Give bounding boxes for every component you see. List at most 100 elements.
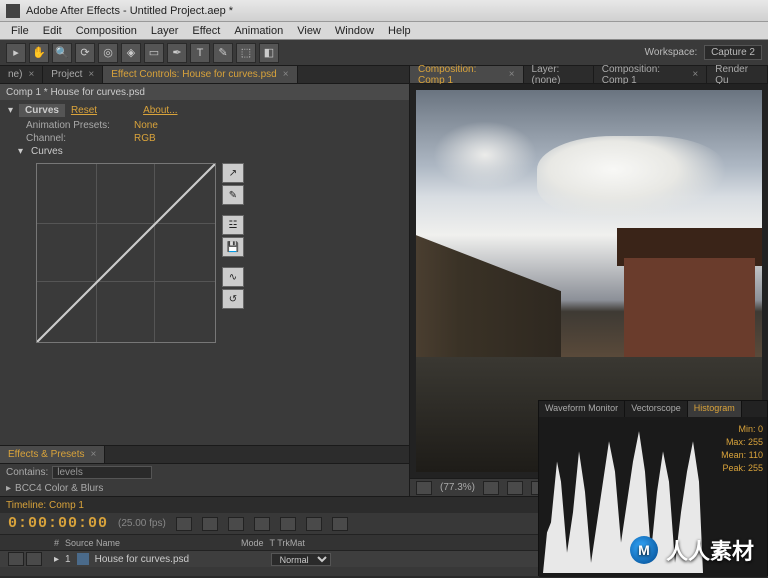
fps-label: (25.00 fps) [118, 518, 166, 529]
curve-bezier-icon[interactable]: ↗ [222, 163, 244, 183]
close-icon[interactable]: × [28, 69, 34, 80]
eye-icon[interactable] [8, 552, 24, 566]
tab-vectorscope[interactable]: Vectorscope [625, 401, 688, 417]
effect-controls-header: Comp 1 * House for curves.psd [0, 84, 409, 100]
selection-tool-icon[interactable]: ▸ [6, 43, 26, 63]
menu-file[interactable]: File [4, 25, 36, 37]
region-icon[interactable] [507, 481, 523, 495]
rect-tool-icon[interactable]: ▭ [144, 43, 164, 63]
pen-tool-icon[interactable]: ✒ [167, 43, 187, 63]
tab-histogram[interactable]: Histogram [688, 401, 742, 417]
menu-edit[interactable]: Edit [36, 25, 69, 37]
reset-link[interactable]: Reset [71, 105, 97, 116]
layer-number: 1 [65, 554, 71, 565]
eraser-tool-icon[interactable]: ◧ [259, 43, 279, 63]
curves-prop-label: Curves [31, 146, 63, 157]
col-trkmat: T TrkMat [270, 538, 305, 548]
chevron-right-icon: ▸ [6, 483, 11, 494]
menu-layer[interactable]: Layer [144, 25, 186, 37]
motion-blur-icon[interactable] [306, 517, 322, 531]
effect-controls-body: ▾ Curves Reset About... Animation Preset… [0, 100, 409, 445]
composition-tabs: Composition: Comp 1× Layer: (none) Compo… [410, 66, 768, 84]
close-icon[interactable]: × [283, 69, 289, 80]
window-titlebar: Adobe After Effects - Untitled Project.a… [0, 0, 768, 22]
menu-bar[interactable]: File Edit Composition Layer Effect Anima… [0, 22, 768, 40]
watermark-logo-icon: M [630, 536, 658, 564]
tab-render-queue[interactable]: Render Qu [707, 66, 768, 83]
left-panel-tabs: ne)× Project× Effect Controls: House for… [0, 66, 409, 84]
workspace-value[interactable]: Capture 2 [704, 45, 762, 60]
tab-project[interactable]: Project× [43, 66, 103, 83]
hand-tool-icon[interactable]: ✋ [29, 43, 49, 63]
tab-none[interactable]: ne)× [0, 66, 43, 83]
menu-help[interactable]: Help [381, 25, 418, 37]
contains-input[interactable] [52, 466, 152, 479]
comp-mini-flow-icon[interactable] [202, 517, 218, 531]
menu-composition[interactable]: Composition [69, 25, 144, 37]
workspace-label: Workspace: [645, 47, 698, 58]
draft3d-icon[interactable] [228, 517, 244, 531]
effect-name-curves[interactable]: Curves [19, 104, 65, 117]
graph-editor-icon[interactable] [332, 517, 348, 531]
twirl-icon[interactable]: ▾ [18, 146, 23, 157]
psd-icon [77, 553, 89, 565]
grid-icon[interactable] [416, 481, 432, 495]
close-icon[interactable]: × [509, 69, 515, 80]
brush-tool-icon[interactable]: ✎ [213, 43, 233, 63]
workspace-switcher[interactable]: Workspace: Capture 2 [645, 47, 762, 58]
window-title: Adobe After Effects - Untitled Project.a… [26, 5, 233, 17]
app-icon [6, 4, 20, 18]
curves-graph[interactable] [36, 163, 216, 343]
col-source-name: Source Name [65, 538, 235, 548]
tab-comp1b[interactable]: Composition: Comp 1× [594, 66, 708, 83]
curve-save-icon[interactable]: 💾 [222, 237, 244, 257]
rotate-tool-icon[interactable]: ⟳ [75, 43, 95, 63]
twirl-icon[interactable]: ▾ [8, 105, 13, 116]
frame-blend-icon[interactable] [280, 517, 296, 531]
pan-behind-tool-icon[interactable]: ◈ [121, 43, 141, 63]
text-tool-icon[interactable]: T [190, 43, 210, 63]
tab-layer-none[interactable]: Layer: (none) [524, 66, 594, 83]
close-icon[interactable]: × [88, 69, 94, 80]
chevron-right-icon[interactable]: ▸ [54, 554, 59, 565]
animation-presets-label: Animation Presets: [26, 120, 126, 131]
preset-folder-row[interactable]: ▸ BCC4 Color & Blurs [0, 480, 409, 496]
curve-reset-icon[interactable]: ↺ [222, 289, 244, 309]
layer-name[interactable]: House for curves.psd [95, 554, 265, 565]
camera-tool-icon[interactable]: ◎ [98, 43, 118, 63]
channel-value[interactable]: RGB [134, 133, 156, 144]
solo-icon[interactable] [26, 552, 42, 566]
close-icon[interactable]: × [91, 449, 97, 460]
tab-comp1[interactable]: Composition: Comp 1× [410, 66, 524, 83]
shy-icon[interactable] [254, 517, 270, 531]
col-number: # [54, 538, 59, 548]
effects-presets-panel: Effects & Presets× Contains: ▸ BCC4 Colo… [0, 445, 409, 496]
close-icon[interactable]: × [692, 69, 698, 80]
main-toolbar: ▸ ✋ 🔍 ⟳ ◎ ◈ ▭ ✒ T ✎ ⬚ ◧ Workspace: Captu… [0, 40, 768, 66]
curve-pencil-icon[interactable]: ✎ [222, 185, 244, 205]
menu-animation[interactable]: Animation [227, 25, 290, 37]
resolution-dropdown[interactable] [483, 481, 499, 495]
preset-folder-label: BCC4 Color & Blurs [15, 483, 103, 494]
menu-effect[interactable]: Effect [185, 25, 227, 37]
zoom-tool-icon[interactable]: 🔍 [52, 43, 72, 63]
tab-waveform[interactable]: Waveform Monitor [539, 401, 625, 417]
menu-window[interactable]: Window [328, 25, 381, 37]
histogram-stats: Min: 0 Max: 255 Mean: 110 Peak: 255 [721, 423, 763, 475]
animation-presets-value[interactable]: None [134, 120, 158, 131]
current-timecode[interactable]: 0:00:00:00 [8, 515, 108, 532]
blend-mode-dropdown[interactable]: Normal [271, 553, 331, 566]
curves-tool-column: ↗ ✎ ☳ 💾 ∿ ↺ [222, 163, 244, 343]
curve-open-icon[interactable]: ☳ [222, 215, 244, 235]
zoom-level[interactable]: (77.3%) [440, 482, 475, 493]
curve-smooth-icon[interactable]: ∿ [222, 267, 244, 287]
menu-view[interactable]: View [290, 25, 328, 37]
search-icon[interactable] [176, 517, 192, 531]
tab-effects-presets[interactable]: Effects & Presets× [0, 446, 105, 463]
contains-label: Contains: [6, 467, 48, 478]
tab-effect-controls[interactable]: Effect Controls: House for curves.psd× [103, 66, 297, 83]
tab-timeline[interactable]: Timeline: Comp 1 [6, 500, 84, 511]
clone-tool-icon[interactable]: ⬚ [236, 43, 256, 63]
watermark-text: 人人素材 [666, 534, 754, 566]
about-link[interactable]: About... [143, 105, 177, 116]
